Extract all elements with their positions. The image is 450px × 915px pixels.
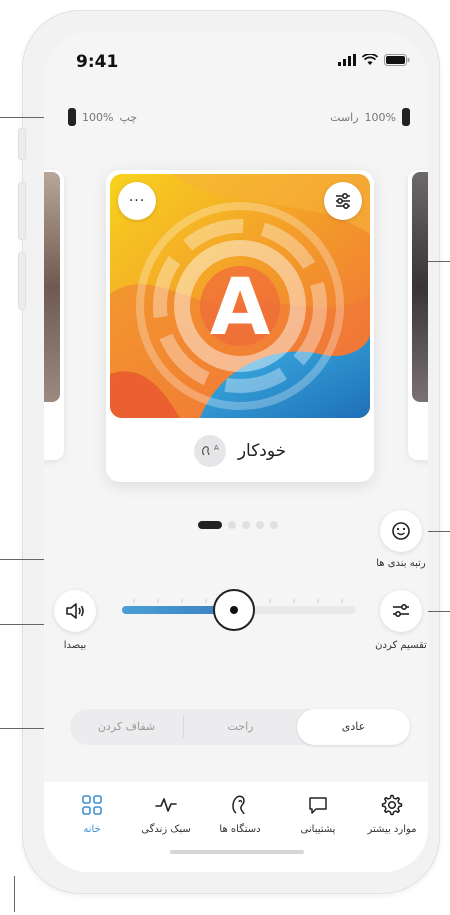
rating-label: رتبه بندی ها [376,558,426,569]
tab-home[interactable]: خانه [54,792,130,835]
battery-left-label: چپ [119,110,138,124]
home-indicator [170,850,304,854]
status-time: 9:41 [76,52,119,72]
mute-button[interactable] [54,590,96,632]
ellipsis-icon: ··· [128,193,146,209]
battery-left: 100% چپ [68,108,137,126]
program-card[interactable]: A ··· A خودکار [106,170,374,482]
rating-button[interactable] [380,510,422,552]
hearing-aid-icon [202,792,278,818]
svg-text:A: A [214,444,219,452]
volume-slider-knob[interactable] [213,589,256,631]
side-button-mute [18,128,26,160]
mute-label: بیصدا [63,640,87,651]
tab-label-lifestyle: سبک زندگی [141,824,191,835]
pager-dot[interactable] [270,521,278,529]
rating-control: رتبه بندی ها [376,510,426,569]
mode-option-clear[interactable]: شفاف کردن [70,709,183,745]
tab-label-more: موارد بیشتر [367,824,417,835]
program-card-footer: A خودکار [106,426,374,476]
wifi-icon [362,54,378,65]
battery-right-label: راست [330,110,359,124]
tab-devices[interactable]: دستگاه ها [202,792,278,835]
pager-dot[interactable] [228,521,236,529]
tab-label-home: خانه [83,824,101,835]
speaker-icon [66,603,84,619]
side-button-volume-up [18,182,26,240]
right-battery-icon [402,108,410,126]
phone-battery-icon [384,54,410,66]
battery-left-value: 100% [82,110,114,124]
pager-dot[interactable] [256,521,264,529]
tab-more[interactable]: موارد بیشتر [354,792,428,835]
mode-option-comfort[interactable]: راحت [184,709,297,745]
tab-support[interactable]: پشتیبانی [280,792,356,835]
left-battery-icon [68,108,76,126]
battery-right-value: 100% [364,110,396,124]
program-card-previous[interactable] [44,170,64,460]
mute-control: بیصدا [52,590,98,651]
chat-icon [280,792,356,818]
card-settings-button[interactable] [324,182,362,220]
gear-icon [354,792,428,818]
app-screen: 9:41 100% چپ راست 100% A ··· A خودکار رت… [44,32,428,872]
pager-dot[interactable] [242,521,250,529]
sound-mode-selector: شفاف کردن راحت عادی [70,709,410,745]
pulse-icon [128,792,204,818]
sliders-icon [336,192,350,210]
tab-lifestyle[interactable]: سبک زندگی [128,792,204,835]
status-icons [338,54,410,66]
next-card-image [412,172,428,402]
carousel-pager [198,521,278,529]
split-button[interactable] [380,590,422,632]
split-label: تقسیم کردن [375,640,427,651]
program-card-next[interactable] [408,170,428,460]
side-button-volume-down [18,252,26,310]
mode-option-normal[interactable]: عادی [297,709,410,745]
signal-icon [338,54,356,66]
tab-label-support: پشتیبانی [300,824,336,835]
split-control: تقسیم کردن [374,590,428,651]
battery-right: راست 100% [330,108,410,126]
callout-vline-bottom [14,876,15,912]
previous-card-image [44,172,60,402]
tab-label-devices: دستگاه ها [219,824,261,835]
split-sliders-icon [393,603,409,618]
program-name: خودکار [237,441,287,461]
card-more-button[interactable]: ··· [118,182,156,220]
program-letter: A [210,263,270,353]
ear-a-icon: A [193,435,226,467]
knob-center-dot [230,606,239,614]
smiley-icon [392,522,410,540]
pager-dot[interactable] [198,521,222,529]
grid-icon [54,792,130,818]
bottom-tab-bar: موارد بیشتر پشتیبانی دستگاه ها سبک زندگی [44,782,428,872]
